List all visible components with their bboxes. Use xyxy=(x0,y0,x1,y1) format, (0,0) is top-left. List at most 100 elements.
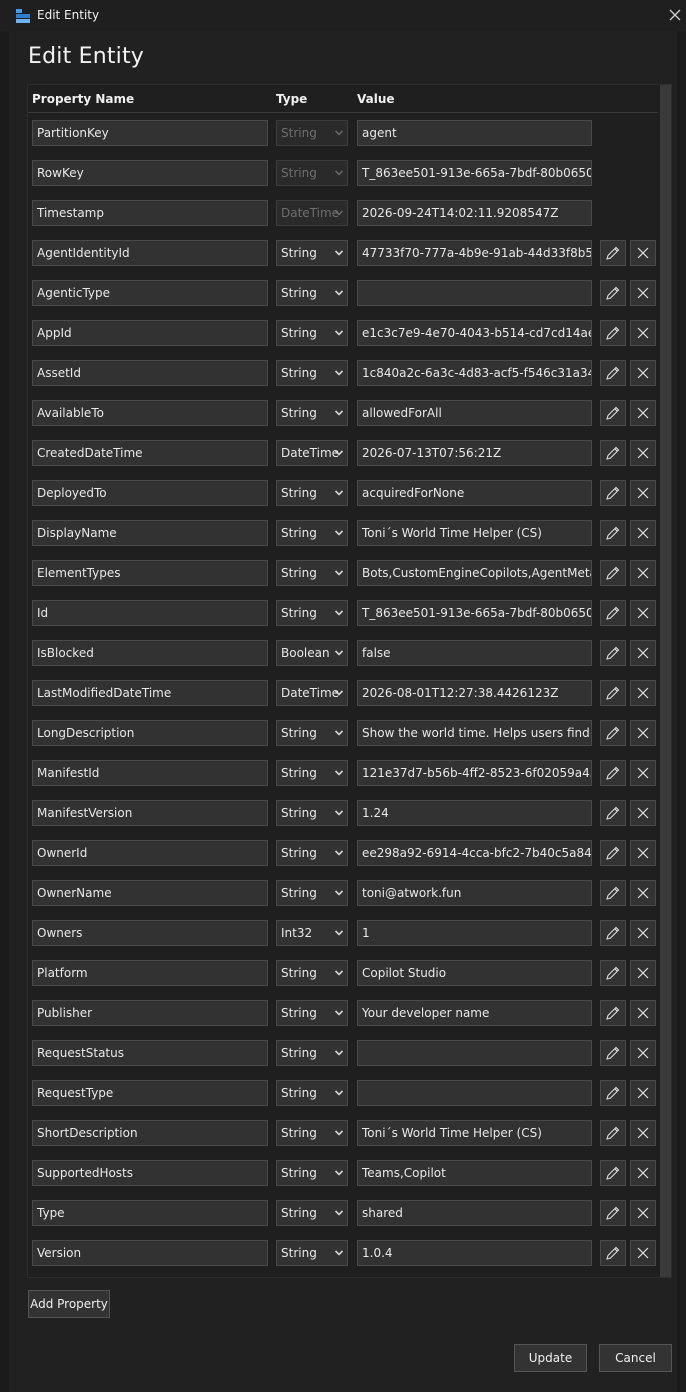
property-name-field[interactable]: LastModifiedDateTime xyxy=(32,680,268,706)
type-select[interactable]: String xyxy=(276,240,348,266)
edit-property-button[interactable] xyxy=(600,680,626,706)
property-value-field[interactable]: Copilot Studio xyxy=(357,960,592,986)
type-select[interactable]: String xyxy=(276,1080,348,1106)
type-select[interactable]: DateTime xyxy=(276,680,348,706)
edit-property-button[interactable] xyxy=(600,1240,626,1266)
property-name-field[interactable]: ManifestVersion xyxy=(32,800,268,826)
property-value-field[interactable]: allowedForAll xyxy=(357,400,592,426)
property-value-field[interactable]: ee298a92-6914-4cca-bfc2-7b40c5a849c8 xyxy=(357,840,592,866)
type-select[interactable]: String xyxy=(276,280,348,306)
property-name-field[interactable]: Platform xyxy=(32,960,268,986)
property-value-field[interactable]: 121e37d7-b56b-4ff2-8523-6f02059a456b xyxy=(357,760,592,786)
type-select[interactable]: String xyxy=(276,560,348,586)
update-button[interactable]: Update xyxy=(514,1344,587,1372)
type-select[interactable]: String xyxy=(276,320,348,346)
edit-property-button[interactable] xyxy=(600,480,626,506)
delete-property-button[interactable] xyxy=(630,1200,656,1226)
delete-property-button[interactable] xyxy=(630,520,656,546)
property-name-field[interactable]: DeployedTo xyxy=(32,480,268,506)
property-name-field[interactable]: Id xyxy=(32,600,268,626)
type-select[interactable]: String xyxy=(276,800,348,826)
property-value-field[interactable]: 1 xyxy=(357,920,592,946)
delete-property-button[interactable] xyxy=(630,1240,656,1266)
edit-property-button[interactable] xyxy=(600,1200,626,1226)
delete-property-button[interactable] xyxy=(630,1000,656,1026)
delete-property-button[interactable] xyxy=(630,880,656,906)
edit-property-button[interactable] xyxy=(600,760,626,786)
property-value-field[interactable]: Toni´s World Time Helper (CS) xyxy=(357,520,592,546)
property-value-field[interactable]: 1.24 xyxy=(357,800,592,826)
type-select[interactable]: String xyxy=(276,760,348,786)
property-value-field[interactable]: Teams,Copilot xyxy=(357,1160,592,1186)
delete-property-button[interactable] xyxy=(630,760,656,786)
property-name-field[interactable]: OwnerId xyxy=(32,840,268,866)
delete-property-button[interactable] xyxy=(630,360,656,386)
delete-property-button[interactable] xyxy=(630,560,656,586)
property-name-field[interactable]: ShortDescription xyxy=(32,1120,268,1146)
edit-property-button[interactable] xyxy=(600,280,626,306)
property-name-field[interactable]: ManifestId xyxy=(32,760,268,786)
type-select[interactable]: String xyxy=(276,960,348,986)
type-select[interactable]: Int32 xyxy=(276,920,348,946)
property-name-field[interactable]: Version xyxy=(32,1240,268,1266)
property-name-field[interactable]: AgentIdentityId xyxy=(32,240,268,266)
property-name-field[interactable]: RequestStatus xyxy=(32,1040,268,1066)
property-value-field[interactable]: Bots,CustomEngineCopilots,AgentMetadat xyxy=(357,560,592,586)
delete-property-button[interactable] xyxy=(630,1040,656,1066)
delete-property-button[interactable] xyxy=(630,920,656,946)
delete-property-button[interactable] xyxy=(630,400,656,426)
property-name-field[interactable]: SupportedHosts xyxy=(32,1160,268,1186)
type-select[interactable]: String xyxy=(276,840,348,866)
delete-property-button[interactable] xyxy=(630,440,656,466)
cancel-button[interactable]: Cancel xyxy=(599,1344,672,1372)
edit-property-button[interactable] xyxy=(600,840,626,866)
type-select[interactable]: String xyxy=(276,600,348,626)
property-value-field[interactable]: 2026-08-01T12:27:38.4426123Z xyxy=(357,680,592,706)
edit-property-button[interactable] xyxy=(600,400,626,426)
edit-property-button[interactable] xyxy=(600,720,626,746)
delete-property-button[interactable] xyxy=(630,1080,656,1106)
property-name-field[interactable]: DisplayName xyxy=(32,520,268,546)
edit-property-button[interactable] xyxy=(600,880,626,906)
property-name-field[interactable]: Type xyxy=(32,1200,268,1226)
type-select[interactable]: String xyxy=(276,880,348,906)
type-select[interactable]: String xyxy=(276,1040,348,1066)
property-value-field[interactable]: T_863ee501-913e-665a-7bdf-80b065059ec xyxy=(357,600,592,626)
type-select[interactable]: String xyxy=(276,480,348,506)
type-select[interactable]: String xyxy=(276,520,348,546)
type-select[interactable]: String xyxy=(276,400,348,426)
property-name-field[interactable]: CreatedDateTime xyxy=(32,440,268,466)
property-name-field[interactable]: OwnerName xyxy=(32,880,268,906)
property-value-field[interactable]: agent xyxy=(357,120,592,146)
delete-property-button[interactable] xyxy=(630,960,656,986)
edit-property-button[interactable] xyxy=(600,240,626,266)
property-value-field[interactable]: 2026-07-13T07:56:21Z xyxy=(357,440,592,466)
edit-property-button[interactable] xyxy=(600,440,626,466)
type-select[interactable]: String xyxy=(276,360,348,386)
property-name-field[interactable]: AssetId xyxy=(32,360,268,386)
property-value-field[interactable]: acquiredForNone xyxy=(357,480,592,506)
edit-property-button[interactable] xyxy=(600,560,626,586)
type-select[interactable]: String xyxy=(276,1200,348,1226)
delete-property-button[interactable] xyxy=(630,600,656,626)
delete-property-button[interactable] xyxy=(630,720,656,746)
edit-property-button[interactable] xyxy=(600,360,626,386)
type-select[interactable]: String xyxy=(276,720,348,746)
property-value-field[interactable]: Your developer name xyxy=(357,1000,592,1026)
edit-property-button[interactable] xyxy=(600,1120,626,1146)
delete-property-button[interactable] xyxy=(630,1160,656,1186)
edit-property-button[interactable] xyxy=(600,320,626,346)
edit-property-button[interactable] xyxy=(600,1040,626,1066)
scrollbar[interactable] xyxy=(660,85,671,1277)
property-name-field[interactable]: AppId xyxy=(32,320,268,346)
property-value-field[interactable]: e1c3c7e9-4e70-4043-b514-cd7cd14ae358 xyxy=(357,320,592,346)
delete-property-button[interactable] xyxy=(630,840,656,866)
property-value-field[interactable]: 2026-09-24T14:02:11.9208547Z xyxy=(357,200,592,226)
add-property-button[interactable]: Add Property xyxy=(28,1290,110,1318)
edit-property-button[interactable] xyxy=(600,1000,626,1026)
type-select[interactable]: String xyxy=(276,1240,348,1266)
edit-property-button[interactable] xyxy=(600,1160,626,1186)
type-select[interactable]: String xyxy=(276,1000,348,1026)
edit-property-button[interactable] xyxy=(600,920,626,946)
delete-property-button[interactable] xyxy=(630,320,656,346)
